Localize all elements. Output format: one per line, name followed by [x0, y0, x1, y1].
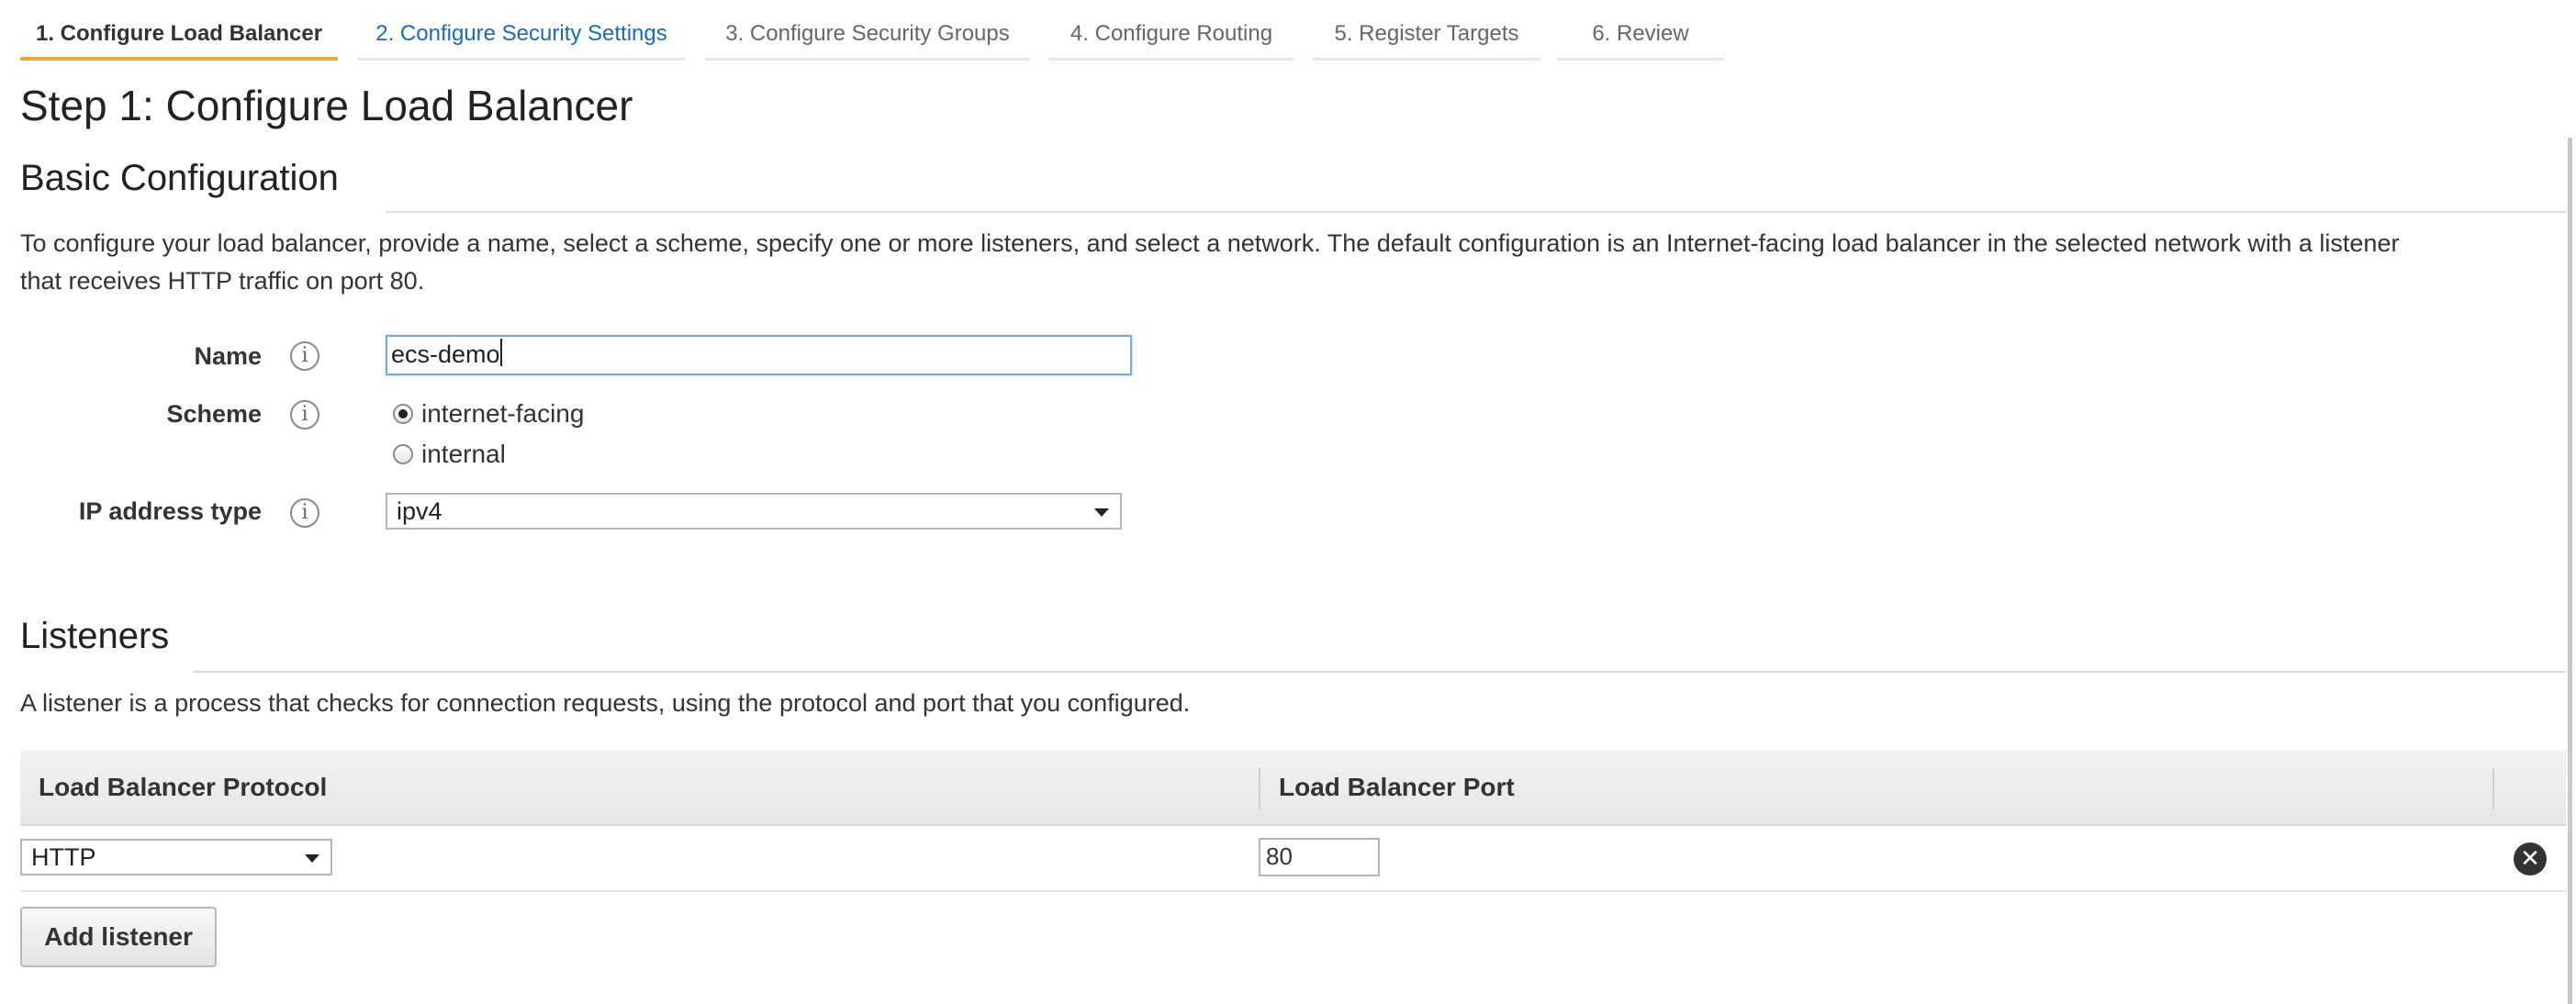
tab-configure-security-groups[interactable]: 3. Configure Security Groups: [705, 0, 1030, 61]
tab-configure-load-balancer[interactable]: 1. Configure Load Balancer: [20, 0, 338, 61]
port-input[interactable]: 80: [1259, 838, 1380, 876]
name-input-value: ecs-demo: [391, 340, 500, 368]
name-input[interactable]: ecs-demo: [386, 335, 1132, 375]
protocol-select[interactable]: HTTP: [20, 839, 332, 876]
basic-configuration-heading: Basic Configuration: [20, 158, 339, 198]
protocol-value: HTTP: [31, 843, 96, 871]
info-icon[interactable]: i: [290, 400, 319, 429]
tab-register-targets[interactable]: 5. Register Targets: [1313, 0, 1540, 61]
tab-configure-security-settings[interactable]: 2. Configure Security Settings: [358, 0, 685, 61]
scheme-radio-internal[interactable]: [393, 444, 413, 464]
column-divider: [2492, 767, 2494, 809]
name-label: Name: [194, 342, 262, 370]
scheme-label: Scheme: [166, 400, 262, 428]
column-header-port: Load Balancer Port: [1279, 773, 1515, 801]
scrollbar[interactable]: [2568, 138, 2572, 1004]
scheme-radio-internet-facing[interactable]: [393, 404, 413, 424]
info-icon[interactable]: i: [290, 341, 319, 371]
section-divider: [386, 211, 2566, 213]
description-line: that receives HTTP traffic on port 80.: [20, 267, 425, 295]
radio-selected-dot: [398, 409, 408, 418]
chevron-down-icon: [1094, 508, 1109, 517]
scheme-option-label: internet-facing: [421, 399, 585, 428]
text-cursor: [499, 339, 502, 366]
column-divider: [1259, 767, 1260, 809]
add-listener-button[interactable]: Add listener: [20, 907, 217, 967]
ip-address-type-value: ipv4: [397, 497, 442, 525]
info-icon[interactable]: i: [290, 498, 319, 528]
ip-address-type-label: IP address type: [78, 497, 262, 525]
ip-address-type-select[interactable]: ipv4: [386, 493, 1122, 530]
listeners-description: A listener is a process that checks for …: [20, 689, 1191, 717]
page-title: Step 1: Configure Load Balancer: [20, 82, 633, 129]
tab-configure-routing[interactable]: 4. Configure Routing: [1048, 0, 1294, 61]
chevron-down-icon: [305, 854, 319, 863]
section-divider: [193, 671, 2566, 673]
remove-listener-icon[interactable]: ✕: [2514, 842, 2547, 876]
scheme-option-label: internal: [421, 440, 506, 468]
column-header-protocol: Load Balancer Protocol: [39, 773, 328, 801]
listeners-heading: Listeners: [20, 616, 170, 656]
tab-review[interactable]: 6. Review: [1557, 0, 1724, 61]
basic-configuration-description: To configure your load balancer, provide…: [20, 225, 2568, 300]
description-line: To configure your load balancer, provide…: [20, 229, 2400, 257]
